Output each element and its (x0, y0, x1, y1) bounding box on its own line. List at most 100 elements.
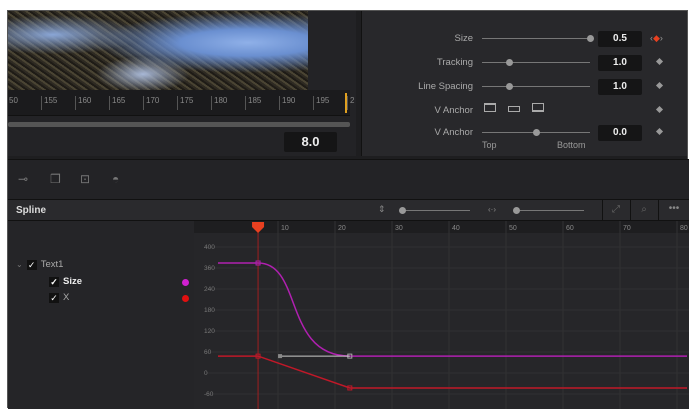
keyframe-diamond-icon[interactable] (655, 81, 664, 90)
slider-max-label: Bottom (557, 140, 586, 150)
keyframe-nav[interactable]: ‹◆› (650, 33, 663, 44)
anchor-bottom-icon[interactable] (532, 103, 544, 112)
x-tick-label: 60 (566, 225, 574, 232)
checkbox[interactable]: ✓ (26, 259, 37, 270)
viewer-panel: 2 195 190 185 180 175 170 165 160 155 50 8.0 (8, 11, 356, 156)
size-label: Size (454, 33, 473, 44)
tracking-label: Tracking (436, 57, 473, 68)
x-tick-label: 50 (509, 225, 517, 232)
tracking-row: Tracking 1.0 (362, 55, 688, 71)
tool-toolbar: ⊸ ❒ ⊡ ◓ (8, 159, 689, 199)
spline-graph-canvas[interactable]: 10 20 30 40 50 60 70 80 400 360 240 180 120 60 0 -60 (194, 221, 689, 409)
y-tick-label: -60 (204, 391, 214, 398)
tracking-field[interactable]: 1.0 (598, 55, 642, 71)
spline-tree: ⌄ ✓ Text1 ✓ Size ✓ X (8, 221, 194, 409)
x-color-swatch (182, 295, 189, 302)
viewer-image (8, 11, 308, 90)
x-tick-label: 40 (452, 225, 460, 232)
size-slider[interactable] (482, 35, 594, 42)
v-anchor-label: V Anchor (434, 127, 473, 138)
keyframe-diamond-icon[interactable] (655, 57, 664, 66)
tree-item-label: X (63, 292, 70, 303)
ruler-tick: 195 (313, 96, 329, 110)
zoom-to-fit-icon[interactable]: ⤢ (602, 200, 629, 220)
anchor-top-icon[interactable] (484, 103, 496, 112)
ruler-tick: 160 (75, 96, 91, 110)
keyframe-diamond-icon[interactable] (655, 127, 664, 136)
ruler-tick: 170 (143, 96, 159, 110)
ruler-tick: 190 (279, 96, 295, 110)
anchor-center-icon[interactable] (508, 106, 520, 112)
horizontal-zoom-slider[interactable] (513, 207, 584, 214)
keyframe-diamond-icon[interactable] (655, 105, 664, 114)
tree-item-size[interactable]: ✓ Size (49, 276, 82, 287)
fusion-window: 2 195 190 185 180 175 170 165 160 155 50 8.0 Size … (7, 10, 689, 409)
y-tick-label: 240 (204, 286, 215, 293)
slider-knob[interactable] (506, 83, 513, 90)
checkbox[interactable]: ✓ (49, 292, 59, 303)
shape-tool-icon[interactable]: ❒ (50, 172, 66, 186)
v-anchor-row: V Anchor 0.0 Top Bottom (362, 125, 688, 150)
tree-item-x[interactable]: ✓ X (49, 292, 69, 303)
tree-item-label: Text1 (40, 259, 64, 270)
tracking-slider[interactable] (482, 59, 590, 66)
slider-knob[interactable] (399, 207, 406, 214)
x-tick-label: 30 (395, 225, 403, 232)
checkbox[interactable]: ✓ (49, 276, 59, 287)
chevron-down-icon[interactable]: ⌄ (16, 260, 23, 269)
line-spacing-label: Line Spacing (418, 81, 473, 92)
slider-knob[interactable] (506, 59, 513, 66)
x-tick-label: 70 (623, 225, 631, 232)
more-options-icon[interactable]: ••• (658, 200, 689, 220)
v-anchor-slider[interactable] (482, 129, 590, 136)
light-tool-icon[interactable]: ◓ (112, 172, 128, 186)
size-color-swatch (182, 279, 189, 286)
slider-knob[interactable] (533, 129, 540, 136)
y-tick-label: 120 (204, 328, 215, 335)
line-spacing-field[interactable]: 1.0 (598, 79, 642, 95)
ruler-tick: 185 (245, 96, 261, 110)
x-tick-label: 20 (338, 225, 346, 232)
bezier-handle-point[interactable] (278, 354, 283, 359)
y-tick-label: 400 (204, 244, 215, 251)
v-anchor-label: V Anchor (434, 105, 473, 116)
frame-value-field[interactable]: 8.0 (284, 132, 337, 152)
text-tool-icon[interactable]: ⊸ (18, 172, 34, 186)
camera-tool-icon[interactable]: ⊡ (80, 172, 96, 186)
timeline-ruler[interactable]: 2 195 190 185 180 175 170 165 160 155 50 (8, 90, 354, 116)
ruler-tick: 180 (211, 96, 227, 110)
y-tick-label: 60 (204, 349, 212, 356)
viewer-scrollbar[interactable] (8, 122, 350, 127)
x-tick-label: 10 (281, 225, 289, 232)
ruler-tick: 155 (41, 96, 57, 110)
spline-title: Spline (16, 205, 47, 216)
horizontal-zoom-icon: ‹·› (488, 205, 496, 214)
ruler-tick: 175 (177, 96, 193, 110)
y-tick-label: 180 (204, 307, 215, 314)
size-field[interactable]: 0.5 (598, 31, 642, 47)
v-anchor-field[interactable]: 0.0 (598, 125, 642, 141)
slider-knob[interactable] (513, 207, 520, 214)
ruler-tick: 165 (109, 96, 125, 110)
graph-time-ruler[interactable] (194, 221, 689, 233)
inspector-panel: Size 0.5 ‹◆› Tracking 1.0 Line Spacing 1… (361, 11, 687, 156)
line-spacing-row: Line Spacing 1.0 (362, 79, 688, 95)
line-spacing-slider[interactable] (482, 83, 590, 90)
slider-min-label: Top (482, 140, 497, 150)
spline-curve-x[interactable] (218, 355, 687, 389)
x-tick-label: 80 (680, 225, 688, 232)
keyframe-diamond-icon[interactable]: ◆ (653, 33, 660, 43)
y-tick-label: 360 (204, 265, 215, 272)
zoom-icon[interactable]: ⌕ (630, 200, 657, 220)
slider-knob[interactable] (587, 35, 594, 42)
tree-item-label: Size (63, 276, 83, 287)
ruler-tick: 2 (347, 96, 354, 110)
tree-item-text1[interactable]: ⌄ ✓ Text1 (16, 259, 63, 270)
spline-graph[interactable]: 10 20 30 40 50 60 70 80 400 360 240 180 120 60 0 -60 (194, 221, 689, 409)
y-tick-label: 0 (204, 370, 208, 377)
spline-header: Spline ⇕ ‹·› ⤢ ⌕ ••• (8, 199, 689, 221)
v-anchor-align-row: V Anchor (362, 103, 688, 119)
vertical-zoom-slider[interactable] (399, 207, 470, 214)
ruler-playhead[interactable] (345, 93, 347, 113)
vertical-zoom-icon: ⇕ (378, 204, 386, 214)
